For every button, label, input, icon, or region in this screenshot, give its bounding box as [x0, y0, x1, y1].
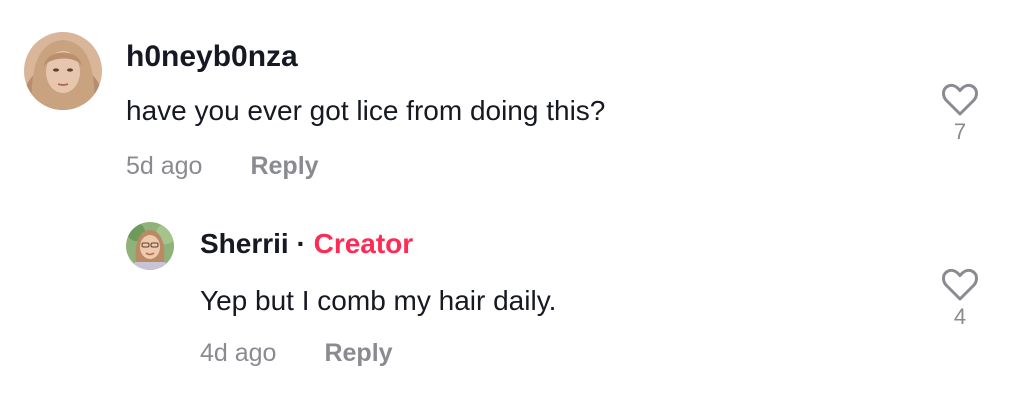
- avatar[interactable]: [24, 32, 102, 110]
- creator-badge: Creator: [313, 228, 414, 259]
- reply-button[interactable]: Reply: [324, 339, 392, 367]
- like-button[interactable]: 7: [940, 83, 980, 145]
- comment-text: have you ever got lice from doing this?: [126, 95, 606, 126]
- like-button[interactable]: 4: [940, 268, 980, 330]
- separator-dot: ·: [296, 228, 306, 259]
- like-count: 4: [953, 304, 967, 329]
- like-count: 7: [953, 119, 967, 144]
- comment-meta: 5d ago Reply: [126, 152, 319, 181]
- user-avatar-icon: [126, 222, 174, 270]
- comment-username[interactable]: h0neyb0nza: [126, 40, 298, 74]
- reply-username[interactable]: Sherrii: [200, 228, 289, 259]
- reply-meta: 4d ago Reply: [200, 339, 393, 368]
- reply-text: Yep but I comb my hair daily.: [200, 285, 557, 316]
- user-avatar-icon: [24, 32, 102, 110]
- reply-username-line: Sherrii · Creator: [200, 228, 413, 260]
- comment-timestamp: 5d ago: [126, 152, 203, 180]
- heart-icon: [942, 268, 978, 301]
- heart-icon: [942, 83, 978, 116]
- avatar[interactable]: [126, 222, 174, 270]
- reply-button[interactable]: Reply: [250, 152, 318, 180]
- reply-timestamp: 4d ago: [200, 339, 277, 367]
